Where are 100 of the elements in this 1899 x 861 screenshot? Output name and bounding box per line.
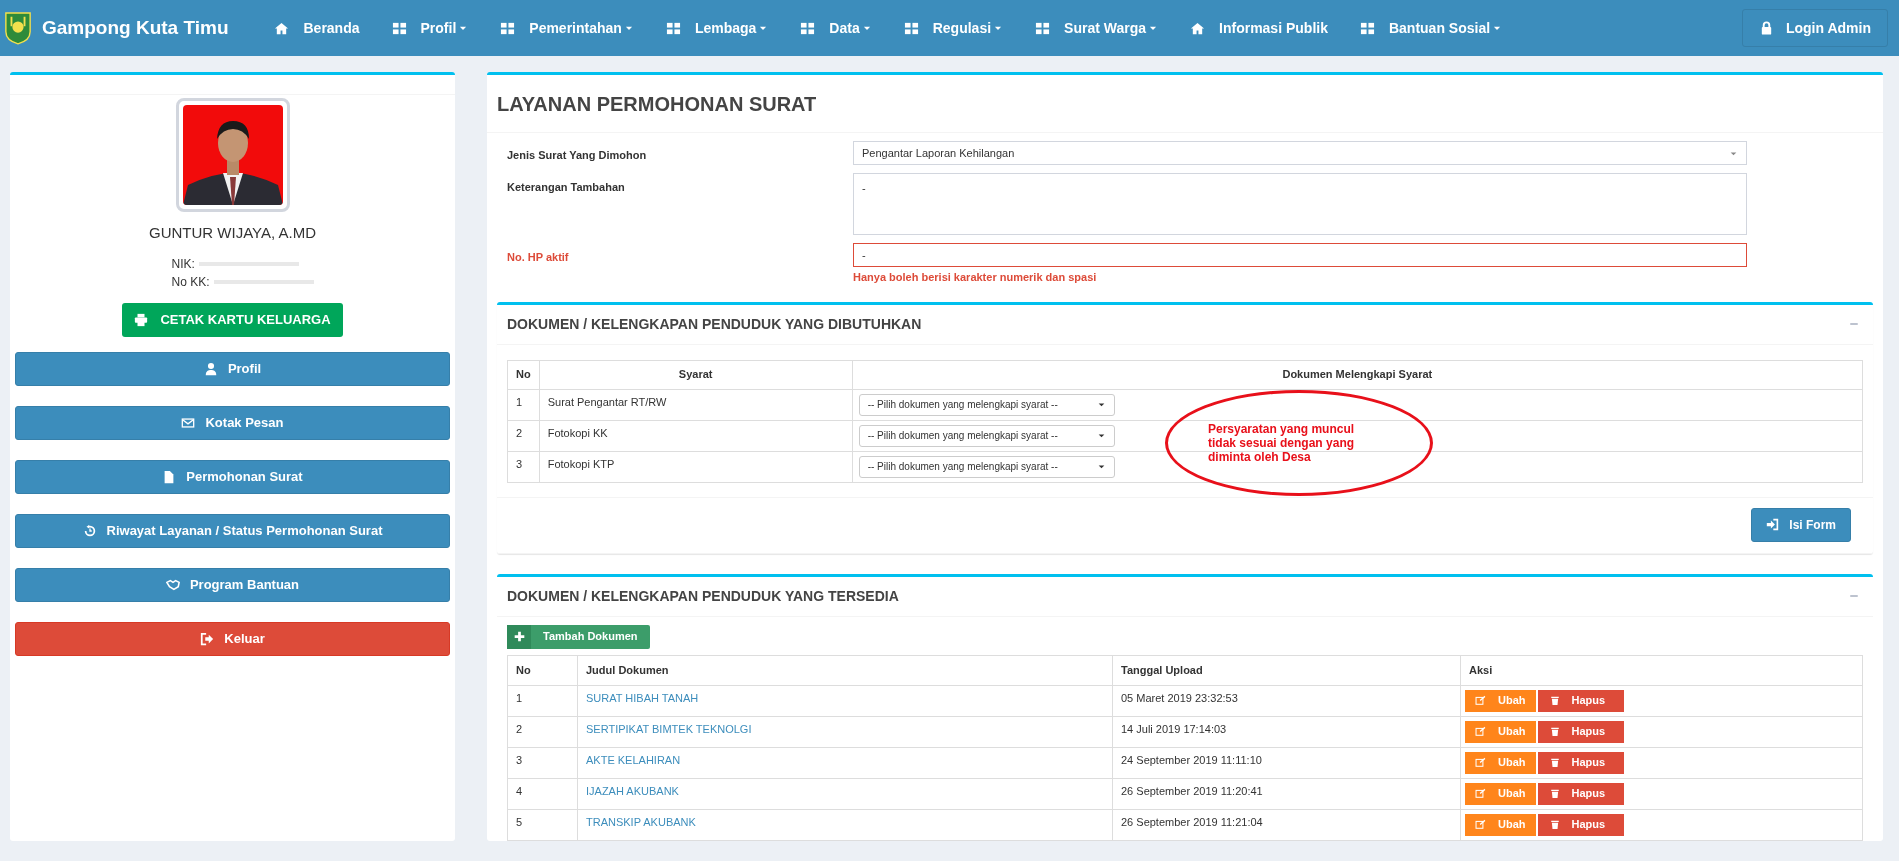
envelope-icon	[181, 415, 196, 430]
emblem-icon	[4, 11, 32, 45]
trash-icon	[1549, 788, 1560, 799]
nav-menu-item[interactable]: Bantuan Sosial	[1343, 17, 1519, 39]
edit-button[interactable]: Ubah	[1465, 813, 1536, 836]
grid-icon	[1359, 20, 1375, 36]
home-icon	[1190, 20, 1206, 36]
sidebar-menu-button[interactable]: Profil	[15, 351, 450, 386]
column-header: No	[507, 655, 578, 685]
nav-menu-item[interactable]: Profil	[375, 17, 485, 39]
edit-button[interactable]: Ubah	[1465, 751, 1536, 774]
table-cell: 2	[507, 716, 578, 747]
panel-title: DOKUMEN / KELENGKAPAN PENDUDUK YANG TERSEDIA	[507, 586, 899, 606]
trash-icon	[1549, 757, 1560, 768]
trash-icon	[1549, 695, 1560, 706]
sidebar-menu-button[interactable]: Program Bantuan	[15, 567, 450, 602]
column-header: Dokumen Melengkapi Syarat	[852, 360, 1863, 389]
user-icon	[203, 361, 218, 376]
nav-menu-item[interactable]: Regulasi	[887, 17, 1020, 39]
annotation-text: diminta oleh Desa	[1208, 449, 1311, 464]
grid-icon	[800, 20, 816, 36]
field-label: No. HP aktif	[507, 250, 570, 265]
plus-icon	[513, 631, 525, 642]
sidebar-menu-button[interactable]: Riwayat Layanan / Status Permohonan Surat	[15, 513, 450, 548]
edit-button[interactable]: Ubah	[1465, 689, 1536, 712]
column-header: No	[507, 360, 540, 389]
edit-icon	[1475, 788, 1486, 799]
grid-icon	[665, 20, 681, 36]
table-cell: 24 September 2019 11:11:10	[1112, 747, 1461, 778]
trash-icon	[1549, 726, 1560, 737]
panel-title: LAYANAN PERMOHONAN SURAT	[497, 91, 817, 117]
delete-button[interactable]: Hapus	[1537, 720, 1624, 743]
table-cell: 26 September 2019 11:21:04	[1112, 809, 1461, 840]
caret-icon	[1096, 431, 1106, 440]
nav-menu-item[interactable]: Surat Warga	[1019, 17, 1175, 39]
document-select[interactable]: -- Pilih dokumen yang melengkapi syarat --	[858, 393, 1115, 416]
document-link[interactable]: SERTIPIKAT BIMTEK TEKNOLGI	[586, 722, 752, 735]
edit-icon	[1475, 757, 1486, 768]
grid-icon	[1035, 20, 1051, 36]
document-link[interactable]: IJAZAH AKUBANK	[586, 784, 679, 797]
grid-icon	[903, 20, 919, 36]
select-field[interactable]: Pengantar Laporan Kehilangan	[853, 141, 1747, 165]
sidebar-menu-button[interactable]: Permohonan Surat	[15, 459, 450, 494]
table-cell: 14 Juli 2019 17:14:03	[1112, 716, 1461, 747]
document-link[interactable]: TRANSKIP AKUBANK	[586, 815, 696, 828]
trash-icon	[1549, 819, 1560, 830]
sign-out-icon	[200, 631, 215, 646]
table-cell: 1	[507, 685, 578, 716]
history-icon	[82, 523, 97, 538]
column-header: Aksi	[1460, 655, 1863, 685]
table-cell: Fotokopi KTP	[539, 451, 853, 482]
field-label: Keterangan Tambahan	[507, 180, 626, 195]
document-link[interactable]: AKTE KELAHIRAN	[586, 753, 681, 766]
edit-icon	[1475, 695, 1486, 706]
nav-menu-item[interactable]: Beranda	[258, 17, 376, 39]
nav-menu-item[interactable]: Pemerintahan	[484, 17, 650, 39]
add-document-button[interactable]: Tambah Dokumen	[507, 624, 650, 649]
table-cell: 3	[507, 747, 578, 778]
delete-button[interactable]: Hapus	[1537, 782, 1624, 805]
table-cell: Fotokopi KK	[539, 420, 853, 451]
sign-in-icon	[1766, 518, 1780, 531]
caret-icon	[1096, 462, 1106, 471]
delete-button[interactable]: Hapus	[1537, 751, 1624, 774]
document-select[interactable]: -- Pilih dokumen yang melengkapi syarat --	[858, 455, 1115, 478]
home-icon	[274, 20, 290, 36]
printer-icon	[134, 312, 149, 327]
table-cell: 4	[507, 778, 578, 809]
delete-button[interactable]: Hapus	[1537, 689, 1624, 712]
table-cell: 05 Maret 2019 23:32:53	[1112, 685, 1461, 716]
login-button[interactable]: Login Admin	[1741, 9, 1888, 47]
text-area-field[interactable]: -	[853, 173, 1747, 235]
table-cell: 3	[507, 451, 540, 482]
sidebar-menu-button[interactable]: Kotak Pesan	[15, 405, 450, 440]
edit-button[interactable]: Ubah	[1465, 720, 1536, 743]
edit-icon	[1475, 819, 1486, 830]
nav-menu-item[interactable]: Data	[784, 17, 888, 39]
table-cell: 2	[507, 420, 540, 451]
user-name: GUNTUR WIJAYA, A.MD	[149, 223, 316, 243]
input-field[interactable]: -	[853, 243, 1747, 267]
nav-menu-item[interactable]: Lembaga	[649, 17, 785, 39]
edit-icon	[1475, 726, 1486, 737]
nav-menu-item[interactable]: Informasi Publik	[1174, 17, 1344, 39]
column-header: Judul Dokumen	[577, 655, 1113, 685]
table-cell: 1	[507, 389, 540, 420]
brand-link[interactable]: Gampong Kuta Timu	[42, 13, 229, 43]
panel-title: DOKUMEN / KELENGKAPAN PENDUDUK YANG DIBUTUHKAN	[507, 314, 922, 334]
table-cell: 5	[507, 809, 578, 840]
column-header: Syarat	[539, 360, 853, 389]
sidebar-menu-button[interactable]: Keluar	[15, 621, 450, 656]
field-label: Jenis Surat Yang Dimohon	[507, 148, 648, 163]
document-select[interactable]: -- Pilih dokumen yang melengkapi syarat --	[858, 424, 1115, 447]
field-label: NIK:	[171, 255, 195, 273]
annotation-text: Persyaratan yang muncul	[1208, 421, 1356, 436]
document-link[interactable]: SURAT HIBAH TANAH	[586, 691, 699, 704]
edit-button[interactable]: Ubah	[1465, 782, 1536, 805]
fill-form-button[interactable]: Isi Form	[1751, 507, 1851, 542]
print-family-card-button[interactable]: CETAK KARTU KELUARGA	[122, 302, 343, 337]
delete-button[interactable]: Hapus	[1537, 813, 1624, 836]
column-header: Tanggal Upload	[1112, 655, 1461, 685]
annotation-text: tidak sesuai dengan yang	[1208, 435, 1356, 450]
